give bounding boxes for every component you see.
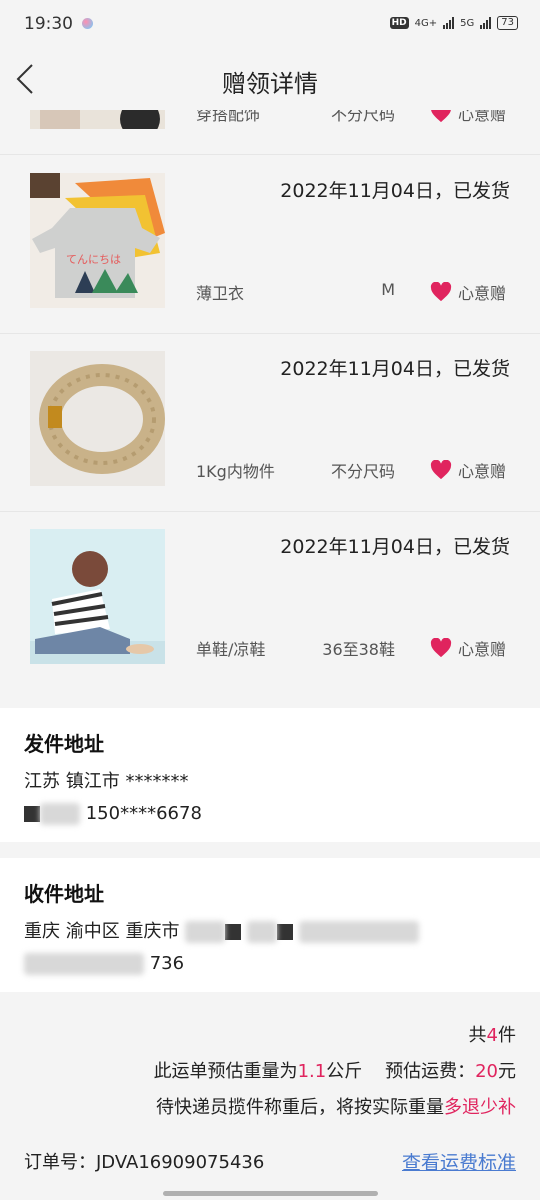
sender-phone: 150****6678: [85, 803, 202, 824]
receiver-phone-tail: 736: [149, 953, 185, 974]
nav-bar: 赠领详情: [0, 50, 540, 110]
svg-text:てんにちは: てんにちは: [66, 253, 121, 266]
gift-tag: 心意赠: [430, 636, 506, 660]
receiver-address: 重庆 渝中区 重庆市: [24, 917, 516, 943]
weight-value: 1.1: [297, 1061, 327, 1082]
redacted-blur: [246, 921, 277, 943]
weigh-note-line: 待快递员揽件称重后，将按实际重量多退少补: [156, 1097, 516, 1118]
receiver-address-card: 收件地址 重庆 渝中区 重庆市 736: [0, 858, 540, 992]
home-indicator[interactable]: [163, 1191, 378, 1196]
weight-fee-line: 此运单预估重量为1.1公斤 预估运费：20元: [153, 1061, 516, 1082]
signal-bars-icon: [480, 17, 492, 29]
redacted-mark: [24, 806, 40, 822]
receiver-contact: 736: [24, 953, 516, 975]
gift-label: 心意赠: [457, 462, 506, 481]
receiver-title: 收件地址: [24, 882, 104, 906]
shipped-date: 2022年11月04日，已发货: [280, 180, 510, 202]
receiver-address-text: 重庆 渝中区 重庆市: [24, 921, 180, 942]
item-size: M: [381, 280, 395, 299]
gift-tag: 心意赠: [430, 280, 506, 304]
net-5g-label: 5G: [460, 17, 475, 29]
list-item[interactable]: 2022年11月04日，已发货 单鞋/凉鞋 36至38鞋 心意赠: [0, 512, 540, 690]
heart-icon: [431, 110, 451, 123]
item-category: 薄卫衣: [196, 284, 245, 303]
signal-bars-icon: [443, 17, 455, 29]
notification-dot-icon: [82, 18, 93, 29]
item-size: 不分尺码: [330, 462, 395, 481]
sender-address: 江苏 镇江市 *******: [24, 771, 189, 792]
item-category: 穿搭配饰: [196, 110, 261, 124]
item-thumbnail: [30, 110, 165, 129]
item-count: 4: [486, 1025, 498, 1046]
item-meta: 穿搭配饰 不分尺码 心意赠: [196, 110, 510, 125]
refund-highlight: 多退少补: [444, 1097, 516, 1118]
gift-label: 心意赠: [457, 284, 506, 303]
redacted-mark: [276, 924, 293, 940]
battery-icon: 73: [497, 16, 518, 30]
redacted-mark: [225, 924, 242, 940]
page-title: 赠领详情: [222, 70, 318, 98]
gift-tag: 心意赠: [430, 458, 506, 482]
redacted-blur: [185, 921, 226, 943]
shipping-summary: 共4件 此运单预估重量为1.1公斤 预估运费：20元 待快递员揽件称重后，将按实…: [24, 1018, 516, 1126]
list-item[interactable]: 2022年11月04日，已发货 1Kg内物件 不分尺码 心意赠: [0, 334, 540, 512]
status-icons: HD 4G+ 5G 73: [389, 16, 518, 30]
gift-tag: 心意赠: [430, 110, 506, 125]
item-count-line: 共4件: [468, 1025, 516, 1046]
gift-item-list: 穿搭配饰 不分尺码 心意赠 てんにちは 2022年11月04日，已发货 薄卫衣 …: [0, 110, 540, 708]
item-thumbnail: [30, 529, 165, 664]
shipped-date: 2022年11月04日，已发货: [280, 536, 510, 558]
hd-icon: HD: [389, 17, 409, 29]
item-thumbnail: てんにちは: [30, 173, 165, 308]
item-meta: 1Kg内物件 不分尺码 心意赠: [196, 458, 510, 482]
sender-title: 发件地址: [24, 732, 104, 756]
sender-address-card: 发件地址 江苏 镇江市 ******* 150****6678: [0, 708, 540, 842]
shipped-date: 2022年11月04日，已发货: [280, 358, 510, 380]
item-size: 不分尺码: [330, 110, 395, 124]
order-number: 订单号：JDVA16909075436: [24, 1148, 264, 1174]
item-category: 1Kg内物件: [196, 462, 275, 481]
sender-contact: 150****6678: [24, 803, 516, 825]
heart-icon: [430, 460, 452, 480]
item-meta: 单鞋/凉鞋 36至38鞋 心意赠: [196, 636, 510, 660]
gift-label: 心意赠: [457, 110, 506, 124]
order-value: JDVA16909075436: [96, 1152, 265, 1173]
list-item[interactable]: 穿搭配饰 不分尺码 心意赠: [0, 110, 540, 155]
status-time: 19:30: [24, 14, 73, 34]
item-meta: 薄卫衣 M 心意赠: [196, 280, 510, 304]
redacted-blur: [24, 953, 144, 975]
gift-label: 心意赠: [457, 640, 506, 659]
item-category: 单鞋/凉鞋: [196, 640, 266, 659]
shipping-standard-link[interactable]: 查看运费标准: [402, 1148, 516, 1175]
heart-icon: [430, 282, 452, 302]
redacted-blur: [298, 921, 419, 943]
heart-icon: [430, 638, 452, 658]
fee-value: 20: [475, 1061, 498, 1082]
status-bar: 19:30 HD 4G+ 5G 73: [0, 0, 540, 50]
list-item[interactable]: てんにちは 2022年11月04日，已发货 薄卫衣 M 心意赠: [0, 156, 540, 334]
item-thumbnail: [30, 351, 165, 486]
order-label: 订单号：: [24, 1152, 96, 1173]
net-4g-label: 4G+: [414, 17, 438, 29]
redacted-blur: [40, 803, 80, 825]
item-size: 36至38鞋: [322, 640, 395, 659]
